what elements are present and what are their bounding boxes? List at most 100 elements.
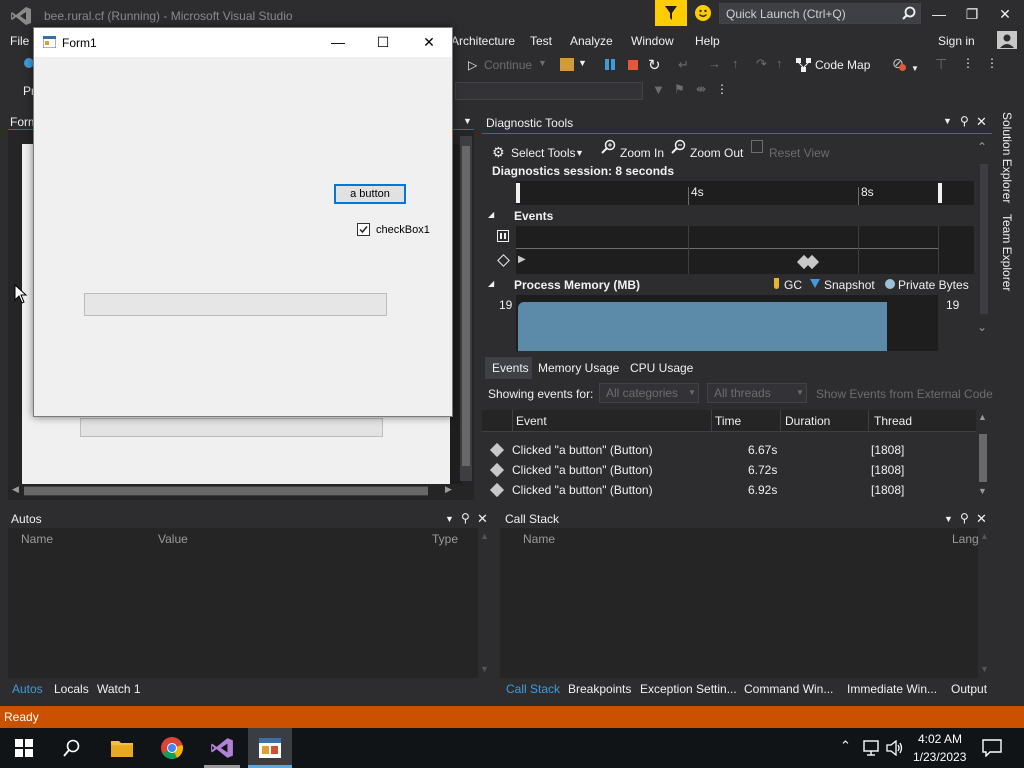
menu-window[interactable]: Window [631, 34, 674, 48]
menu-help[interactable]: Help [695, 34, 720, 48]
col-time[interactable]: Time [715, 414, 741, 428]
designer-hscroll-thumb[interactable] [24, 487, 428, 495]
form1-title-bar[interactable]: Form1 — ☐ ✕ [34, 28, 452, 57]
autos-col-value[interactable]: Value [158, 532, 188, 546]
form-maximize-icon[interactable]: ☐ [372, 33, 394, 51]
diag-scroll-down-icon[interactable]: ⌄ [977, 320, 987, 334]
search-icon[interactable] [63, 739, 81, 757]
tab-output[interactable]: Output [951, 682, 987, 696]
minimize-icon[interactable]: — [929, 5, 949, 23]
stack-frame-combo[interactable] [455, 82, 643, 100]
continue-play-icon[interactable]: ▷ [468, 58, 477, 72]
tab-immediate-window[interactable]: Immediate Win... [847, 682, 937, 696]
tab-watch-1[interactable]: Watch 1 [97, 682, 141, 696]
visual-studio-taskbar-button[interactable] [200, 728, 244, 768]
stop-debugging-icon[interactable] [628, 60, 638, 70]
autos-col-name[interactable]: Name [21, 532, 53, 546]
network-icon[interactable] [862, 740, 880, 756]
diag-scroll-up-icon[interactable]: ⌃ [977, 140, 987, 154]
show-hidden-icons-chevron-icon[interactable]: ⌃ [840, 738, 851, 754]
callstack-col-name[interactable]: Name [523, 532, 555, 546]
events-grid-scrollbar[interactable]: ▲ ▼ [976, 410, 990, 500]
process-icon[interactable] [560, 58, 574, 71]
designer-dropdown-icon[interactable]: ▼ [463, 116, 472, 126]
tab-exception-settings[interactable]: Exception Settin... [640, 682, 737, 696]
restart-icon[interactable]: ↻ [648, 56, 661, 74]
menu-architecture[interactable]: Architecture [451, 34, 515, 48]
form-close-icon[interactable]: ✕ [418, 33, 440, 51]
events-collapse-icon[interactable]: ◢ [488, 210, 494, 219]
table-row[interactable]: Clicked "a button" (Button) 6.67s [1808] [482, 440, 976, 460]
timeline-start-handle[interactable] [516, 183, 520, 203]
events-track-header[interactable]: ◢ Events [482, 206, 976, 226]
filter-threads-icon[interactable]: ▼ [652, 82, 665, 97]
process-dropdown-icon[interactable]: ▼ [578, 58, 587, 68]
diag-menu-dropdown-icon[interactable]: ▼ [943, 116, 952, 126]
clock-time[interactable]: 4:02 AM [918, 732, 962, 746]
tab-cpu-usage[interactable]: CPU Usage [630, 361, 693, 375]
callstack-close-icon[interactable]: ✕ [976, 511, 987, 527]
step-out-icon[interactable]: ↷ [756, 56, 767, 72]
call-stack-grid[interactable]: Name Lang ▲ ▼ [500, 528, 992, 678]
unflag-thread-icon[interactable]: ⇼ [696, 82, 706, 96]
col-thread[interactable]: Thread [874, 414, 912, 428]
flag-thread-icon[interactable]: ⚑ [674, 82, 685, 96]
menu-file[interactable]: File [10, 34, 29, 48]
feedback-filter-icon[interactable] [655, 0, 687, 26]
zoom-in-button[interactable]: Zoom In [620, 146, 664, 160]
callstack-scroll-up-icon[interactable]: ▲ [980, 531, 989, 541]
smiley-feedback-icon[interactable] [695, 5, 711, 21]
step-into-icon[interactable]: → [708, 56, 721, 71]
timeline-ruler[interactable]: 4s 8s [516, 181, 974, 205]
form-app-taskbar-button[interactable] [248, 728, 292, 768]
designer-vertical-scrollbar[interactable] [460, 136, 472, 481]
grid-scroll-up-icon[interactable]: ▲ [978, 412, 987, 422]
restore-icon[interactable]: ❐ [962, 5, 982, 23]
checkbox1-box[interactable] [357, 223, 370, 236]
continue-button[interactable]: Continue [484, 58, 532, 72]
memory-collapse-icon[interactable]: ◢ [488, 279, 494, 288]
zoom-out-button[interactable]: Zoom Out [690, 146, 743, 160]
grid-scroll-down-icon[interactable]: ▼ [978, 486, 987, 496]
callstack-scroll-down-icon[interactable]: ▼ [980, 664, 989, 674]
show-external-code-toggle[interactable]: Show Events from External Code [816, 387, 993, 401]
timeline-end-handle[interactable] [938, 183, 942, 203]
tab-locals[interactable]: Locals [54, 682, 89, 696]
diag-scroll-thumb[interactable] [980, 164, 988, 314]
windows-start-icon[interactable] [15, 739, 33, 757]
table-row[interactable]: Clicked "a button" (Button) 6.92s [1808] [482, 480, 976, 500]
toolbar-extra-icon[interactable]: ⊤ [935, 56, 947, 73]
designer-horizontal-scrollbar[interactable] [24, 486, 428, 496]
account-avatar-icon[interactable] [997, 31, 1017, 49]
clock-date[interactable]: 1/23/2023 [913, 750, 966, 764]
tab-breakpoints[interactable]: Breakpoints [568, 682, 631, 696]
autos-scroll-up-icon[interactable]: ▲ [480, 531, 489, 541]
select-tools-dropdown-icon[interactable]: ▼ [575, 148, 584, 158]
toolbar-customize-icon[interactable]: ⋮ [986, 56, 998, 70]
reset-view-button[interactable]: Reset View [769, 146, 829, 160]
col-event[interactable]: Event [516, 414, 547, 428]
file-explorer-icon[interactable] [111, 738, 133, 757]
step-back-icon[interactable]: ↑ [776, 56, 783, 71]
memory-track-header[interactable]: ◢ Process Memory (MB) GC Snapshot Privat… [482, 275, 976, 295]
notifications-icon[interactable] [982, 739, 1002, 757]
grid-scroll-thumb[interactable] [979, 434, 987, 482]
solution-explorer-tab[interactable]: Solution Explorer [1000, 112, 1014, 203]
autos-pin-icon[interactable]: ⚲ [461, 511, 470, 525]
autos-scrollbar[interactable]: ▲ ▼ [478, 528, 491, 678]
quick-launch-input[interactable]: Quick Launch (Ctrl+Q) [719, 3, 921, 24]
break-all-pause-icon[interactable] [605, 59, 609, 70]
table-row[interactable]: Clicked "a button" (Button) 6.72s [1808] [482, 460, 976, 480]
tab-memory-usage[interactable]: Memory Usage [538, 361, 619, 375]
form-minimize-icon[interactable]: — [327, 33, 349, 51]
a-button[interactable]: a button [334, 184, 406, 204]
callstack-scrollbar[interactable]: ▲ ▼ [978, 528, 992, 678]
volume-icon[interactable] [886, 740, 904, 756]
diag-pin-icon[interactable]: ⚲ [960, 114, 969, 128]
menu-analyze[interactable]: Analyze [570, 34, 613, 48]
diag-close-icon[interactable]: ✕ [976, 114, 987, 130]
tab-command-window[interactable]: Command Win... [744, 682, 833, 696]
autos-col-type[interactable]: Type [432, 532, 458, 546]
select-tools-button[interactable]: Select Tools [511, 146, 575, 160]
callstack-dropdown-icon[interactable]: ▼ [944, 514, 953, 524]
